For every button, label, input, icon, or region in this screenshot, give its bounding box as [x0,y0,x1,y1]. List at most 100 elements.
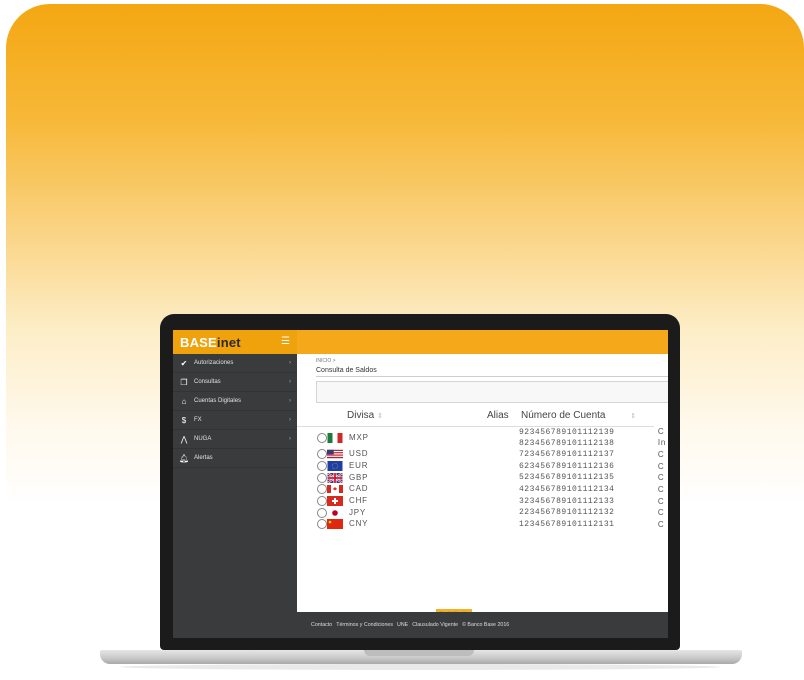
document-icon: ❐ [180,377,188,387]
sort-icon: ⇕ [377,413,383,421]
row-radio[interactable] [317,496,327,507]
sidebar: BASEinet ☰ ✔ Autorizaciones › ❐ Consulta… [173,330,297,638]
footer-link-clausulado[interactable]: Clausulado Vigente [412,622,458,628]
footer: Contacto Términos y Condiciones UNE Clau… [297,612,668,638]
account-number: 823456789101112138 [519,438,615,448]
currency-exchange-icon: $ [181,415,187,425]
sidebar-item-nuga[interactable]: ⋀ NUGA › [173,430,297,449]
currency-code: EUR [349,461,369,471]
row-extra: C [657,484,665,494]
table-row[interactable]: EUR 623456789101112136 C [297,460,668,472]
balances-table: Divisa ⇕ Alias Número de Cuenta ⇕ MXP 92… [297,406,668,530]
sidebar-item-consultas[interactable]: ❐ Consultas › [173,373,297,392]
japan-flag-icon [327,507,343,518]
top-bar [297,330,668,354]
select-column-header [297,406,327,427]
sidebar-item-fx[interactable]: $ FX › [173,411,297,430]
currency-code: CAD [349,484,369,494]
table-row[interactable]: CHF 323456789101112133 C [297,495,668,507]
sidebar-item-label: Consultas [194,379,221,385]
row-extra: In [657,438,667,448]
row-extra: C [657,473,665,483]
filter-panel [316,381,668,403]
row-extra: C [657,449,665,459]
footer-copyright: © Banco Base 2016 [462,622,510,628]
switzerland-flag-icon [327,496,343,507]
table-row[interactable]: CNY 123456789101112131 C [297,519,668,531]
chevron-right-icon: › [289,417,291,423]
row-extra: C [657,496,665,506]
row-radio[interactable] [317,507,327,518]
sidebar-item-autorizaciones[interactable]: ✔ Autorizaciones › [173,354,297,373]
account-number: 523456789101112135 [519,473,615,483]
chevron-right-icon: › [289,436,291,442]
currency-code: GBP [349,472,369,482]
account-number: 323456789101112133 [519,496,615,506]
laptop-shadow [120,664,720,670]
china-flag-icon [327,519,343,530]
table-header-row: Divisa ⇕ Alias Número de Cuenta ⇕ [297,406,668,427]
footer-link-terminos[interactable]: Términos y Condiciones [336,622,393,628]
account-number: 423456789101112134 [519,484,615,494]
chevron-right-icon: › [289,379,291,385]
sidebar-item-alertas[interactable]: 🔔︎ Alertas [173,449,297,468]
sidebar-item-cuentas-digitales[interactable]: ⌂ Cuentas Digitales › [173,392,297,411]
sidebar-item-label: NUGA [194,436,212,442]
brand-logo[interactable]: BASEinet [180,335,241,350]
column-header-alias[interactable]: Alias [449,406,519,427]
row-radio[interactable] [317,519,327,530]
marketing-stage: BASEinet ☰ ✔ Autorizaciones › ❐ Consulta… [0,0,804,680]
account-number: 723456789101112137 [519,449,615,459]
row-radio[interactable] [317,484,327,495]
row-extra: C [657,461,665,471]
row-extra: C [657,519,665,529]
table-row[interactable]: GBP 523456789101112135 C [297,472,668,484]
table-row[interactable]: CAD 423456789101112134 C [297,484,668,496]
check-icon: ✔ [180,358,188,368]
chevron-right-icon: › [289,398,291,404]
column-header-numero-cuenta[interactable]: Número de Cuenta ⇕ [519,406,654,427]
currency-code: CNY [349,519,369,529]
footer-link-contacto[interactable]: Contacto [311,622,332,628]
column-header-divisa[interactable]: Divisa ⇕ [327,406,449,427]
row-extra: C [657,427,665,437]
laptop-screen: BASEinet ☰ ✔ Autorizaciones › ❐ Consulta… [173,330,668,638]
row-radio[interactable] [317,472,327,483]
currency-code: CHF [349,496,368,506]
sidebar-item-label: FX [194,417,202,423]
currency-code: USD [349,449,369,459]
main-panel: INICIO > Consulta de Saldos Divisa ⇕ Ali… [297,330,668,638]
account-number: 223456789101112132 [519,508,615,518]
content-area: INICIO > Consulta de Saldos Divisa ⇕ Ali… [297,354,668,638]
footer-link-une[interactable]: UNE [397,622,408,628]
divider [316,376,668,377]
page-title: Consulta de Saldos [316,367,377,374]
uk-flag-icon [327,472,343,483]
sidebar-item-label: Alertas [194,455,213,461]
bank-icon: ⌂ [181,396,187,406]
sort-icon: ⇕ [630,413,637,421]
row-radio[interactable] [317,432,327,443]
row-extra: C [657,508,665,518]
account-number: 123456789101112131 [519,519,615,529]
usa-flag-icon [327,450,343,459]
sidebar-item-label: Cuentas Digitales [194,398,242,404]
table-row[interactable]: MXP 923456789101112139 823456789101112138… [297,426,668,449]
account-number: 923456789101112139 [519,427,615,437]
account-number: 623456789101112136 [519,461,615,471]
eu-flag-icon [327,461,343,472]
chevron-up-icon: ⋀ [180,434,188,444]
sidebar-item-label: Autorizaciones [194,360,234,366]
currency-code: JPY [349,507,367,517]
mexico-flag-icon [327,432,343,443]
chevron-right-icon: › [289,360,291,366]
bell-icon: 🔔︎ [179,453,190,463]
logo-bar: BASEinet ☰ [173,330,297,354]
table-row[interactable]: USD 723456789101112137 C [297,449,668,461]
menu-icon[interactable]: ☰ [281,337,290,347]
currency-code: MXP [349,432,369,442]
table-row[interactable]: JPY 223456789101112132 C [297,507,668,519]
row-radio[interactable] [317,449,327,460]
row-radio[interactable] [317,461,327,472]
canada-flag-icon [327,485,343,494]
